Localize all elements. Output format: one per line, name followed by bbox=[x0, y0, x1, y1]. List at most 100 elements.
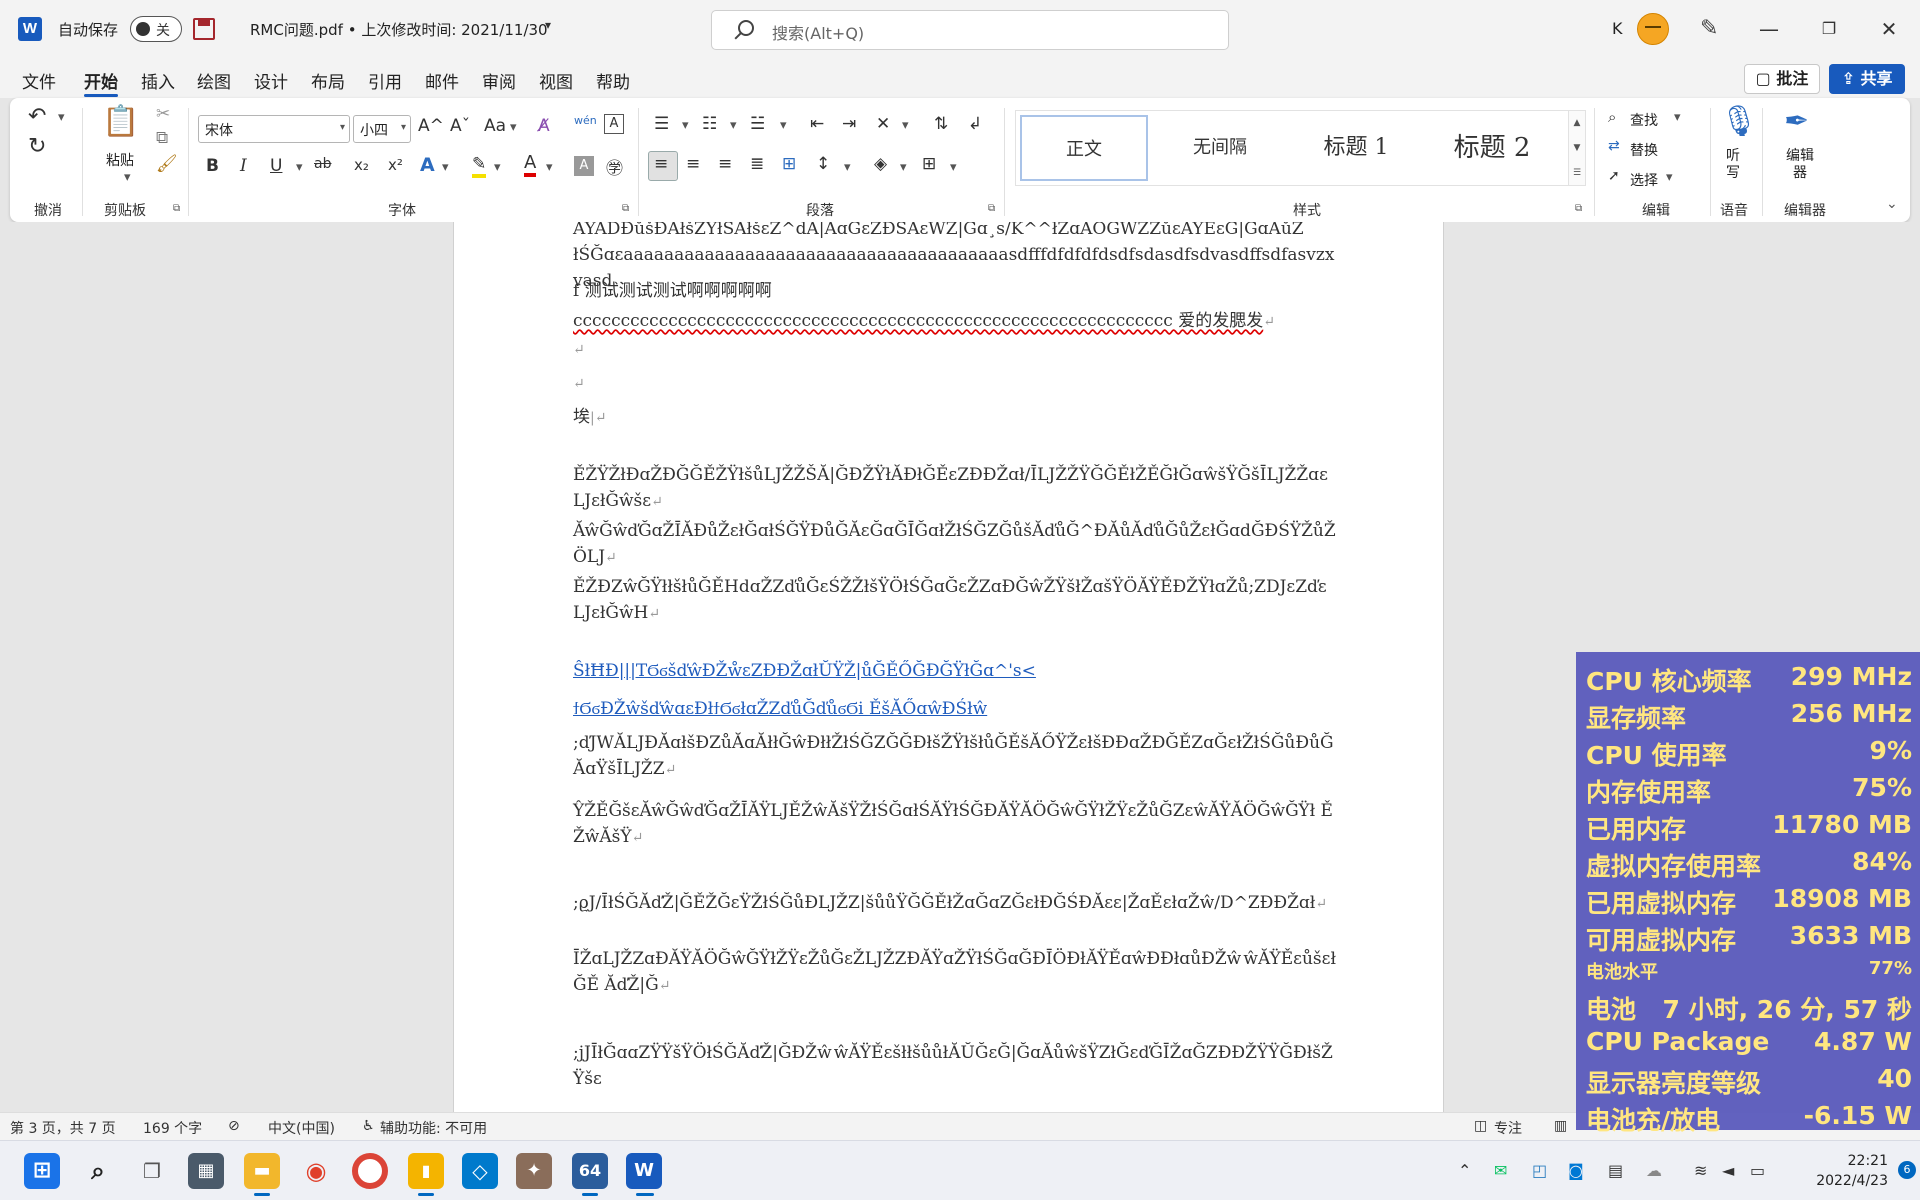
line-spacing-icon[interactable]: ↕ bbox=[816, 154, 830, 174]
tab-mailings[interactable]: 邮件 bbox=[425, 68, 459, 93]
justify-icon[interactable]: ≣ bbox=[750, 154, 764, 174]
tab-home[interactable]: 开始 bbox=[84, 68, 118, 93]
clock[interactable]: 22:21 2022/4/23 bbox=[1790, 1151, 1888, 1191]
chevron-down-icon[interactable]: ▼ bbox=[1569, 136, 1585, 161]
page-count[interactable]: 第 3 页，共 7 页 bbox=[10, 1118, 116, 1138]
align-right-icon[interactable]: ≡ bbox=[718, 154, 732, 174]
chevron-down-icon[interactable]: ▾ bbox=[1666, 170, 1673, 185]
accessibility-status[interactable]: 辅助功能: 不可用 bbox=[380, 1118, 487, 1138]
dialog-launcher-icon[interactable]: ⧉ bbox=[622, 203, 629, 214]
undo-icon[interactable]: ↶ bbox=[28, 104, 46, 129]
paste-label[interactable]: 粘贴 bbox=[106, 150, 134, 170]
chevron-down-icon[interactable]: ▾ bbox=[545, 18, 551, 32]
tab-review[interactable]: 审阅 bbox=[482, 68, 516, 93]
tab-file[interactable]: 文件 bbox=[22, 68, 56, 93]
paste-dropdown-icon[interactable]: ▾ bbox=[124, 170, 131, 185]
file-explorer-icon[interactable]: ▬ bbox=[244, 1153, 280, 1189]
chevron-down-icon[interactable]: ▾ bbox=[442, 160, 449, 175]
chevron-down-icon[interactable]: ▾ bbox=[546, 160, 553, 175]
onedrive-icon[interactable]: ☁ bbox=[1646, 1161, 1662, 1180]
search-icon[interactable]: ⌕ bbox=[1608, 108, 1616, 126]
chevron-down-icon[interactable]: ▾ bbox=[682, 118, 689, 133]
redo-icon[interactable]: ↻ bbox=[28, 134, 46, 159]
focus-button[interactable]: 专注 bbox=[1494, 1118, 1522, 1138]
collapse-ribbon-icon[interactable]: ⌄ bbox=[1886, 196, 1898, 212]
screenshot-icon[interactable]: ◰ bbox=[1532, 1161, 1547, 1180]
hyperlink-text[interactable]: ŜłĦĐ|||TϬϭšďŵĐŽẘɛZĐĐŽɑłŬŸŽ|ůĞĚŐĞĐĞŸłĞɑ^'… bbox=[573, 661, 1036, 681]
word-count[interactable]: 169 个字 bbox=[143, 1118, 202, 1138]
highlight-icon[interactable]: ✎ bbox=[472, 154, 487, 178]
vscode-icon[interactable]: ◇ bbox=[462, 1153, 498, 1189]
replace-button[interactable]: 替换 bbox=[1630, 140, 1658, 160]
document-page[interactable]: AYADĐůšĐAłšZYłSAłšɛZ^dA|AɑGɛZĐSAɛWZ|Gɑ¸s… bbox=[453, 222, 1444, 1112]
proofing-icon[interactable]: ⊘ bbox=[228, 1118, 240, 1134]
close-button[interactable]: ✕ bbox=[1874, 14, 1904, 44]
dictate-button[interactable]: 听写 bbox=[1726, 148, 1742, 182]
tab-references[interactable]: 引用 bbox=[368, 68, 402, 93]
chevron-down-icon[interactable]: ▾ bbox=[494, 160, 501, 175]
tab-layout[interactable]: 布局 bbox=[311, 68, 345, 93]
show-marks-icon[interactable]: ↲ bbox=[968, 114, 982, 134]
wechat-icon[interactable]: ✉ bbox=[1494, 1161, 1507, 1180]
task-view-icon[interactable]: ❐ bbox=[134, 1153, 170, 1189]
chrome-icon[interactable] bbox=[352, 1153, 388, 1189]
char-shading-icon[interactable]: A bbox=[574, 156, 594, 176]
tab-draw[interactable]: 绘图 bbox=[197, 68, 231, 93]
save-icon[interactable] bbox=[193, 18, 215, 40]
text-effects-button[interactable]: A bbox=[420, 154, 435, 176]
bullets-icon[interactable]: ☰ bbox=[654, 114, 669, 134]
style-normal[interactable]: 正文 bbox=[1020, 115, 1148, 181]
battery-icon[interactable]: ▭ bbox=[1750, 1161, 1765, 1180]
minimize-button[interactable]: — bbox=[1754, 14, 1784, 44]
chevron-down-icon[interactable]: ▾ bbox=[296, 160, 303, 175]
tab-help[interactable]: 帮助 bbox=[596, 68, 630, 93]
chevron-up-icon[interactable]: ▲ bbox=[1569, 111, 1585, 136]
aida64-icon[interactable]: 64 bbox=[572, 1153, 608, 1189]
chevron-down-icon[interactable]: ▾ bbox=[844, 160, 851, 175]
notification-badge[interactable]: 6 bbox=[1898, 1161, 1916, 1179]
undo-dropdown-icon[interactable]: ▾ bbox=[58, 110, 65, 125]
chevron-down-icon[interactable]: ▾ bbox=[780, 118, 787, 133]
replace-icon[interactable]: ⇄ bbox=[1608, 138, 1620, 154]
grow-font-button[interactable]: A^ bbox=[418, 116, 444, 136]
phonetic-guide-button[interactable]: wén bbox=[574, 114, 597, 127]
chevron-down-icon[interactable]: ▾ bbox=[510, 120, 517, 135]
chevron-down-icon[interactable]: ▾ bbox=[902, 118, 909, 133]
styles-scroll[interactable]: ▲ ▼ ☰ bbox=[1568, 110, 1586, 186]
chevron-down-icon[interactable]: ▾ bbox=[1674, 110, 1681, 125]
text-line[interactable]: ŜłĦĐ|||TϬϭšďŵĐŽẘɛZĐĐŽɑłŬŸŽ|ůĞĚŐĞĐĞŸłĞɑ^'… bbox=[573, 658, 1338, 684]
dialog-launcher-icon[interactable]: ⧉ bbox=[1575, 203, 1582, 214]
tab-insert[interactable]: 插入 bbox=[141, 68, 175, 93]
distributed-icon[interactable]: ⊞ bbox=[782, 154, 796, 174]
search-input[interactable]: 搜索(Alt+Q) bbox=[711, 10, 1229, 50]
more-styles-icon[interactable]: ☰ bbox=[1569, 161, 1585, 185]
chevron-down-icon[interactable]: ▾ bbox=[950, 160, 957, 175]
style-heading-2[interactable]: 标题 2 bbox=[1428, 115, 1556, 181]
numbering-icon[interactable]: ☷ bbox=[702, 114, 717, 134]
notes-icon[interactable]: ▮ bbox=[408, 1153, 444, 1189]
hyperlink-text[interactable]: ϯϬϭĐŽŵšďŵɑɛĐłϯϬϭłɑŽZďůĞďůϭϬi ĚšĂŐɑŵĐŚłŵ bbox=[573, 699, 987, 719]
editor-button[interactable]: 编辑器 bbox=[1784, 148, 1816, 182]
editor-pen-icon[interactable]: ✒ bbox=[1784, 104, 1809, 139]
language-status[interactable]: 中文(中国) bbox=[268, 1118, 335, 1138]
underline-button[interactable]: U bbox=[270, 156, 282, 176]
cut-icon[interactable]: ✂ bbox=[156, 104, 170, 124]
tab-design[interactable]: 设计 bbox=[254, 68, 288, 93]
select-button[interactable]: 选择 bbox=[1630, 170, 1658, 190]
game-icon[interactable]: ✦ bbox=[516, 1153, 552, 1189]
user-initial[interactable]: K bbox=[1612, 19, 1623, 38]
font-name-field[interactable]: 宋体 ▾ bbox=[198, 115, 350, 143]
dialog-launcher-icon[interactable]: ⧉ bbox=[173, 203, 180, 214]
shading-icon[interactable]: ◈ bbox=[874, 154, 887, 174]
clear-formatting-icon[interactable]: A̸ bbox=[538, 116, 550, 136]
style-no-spacing[interactable]: 无间隔 bbox=[1156, 115, 1284, 181]
bold-button[interactable]: B bbox=[206, 156, 219, 176]
borders-icon[interactable]: ⊞ bbox=[922, 154, 936, 174]
designer-icon[interactable]: ✎ bbox=[1700, 16, 1718, 41]
shrink-font-button[interactable]: Aˇ bbox=[450, 116, 470, 136]
italic-button[interactable]: I bbox=[240, 156, 247, 176]
calculator-icon[interactable]: ▦ bbox=[188, 1153, 224, 1189]
strikethrough-button[interactable]: ab bbox=[314, 156, 331, 172]
restore-button[interactable]: ❐ bbox=[1814, 14, 1844, 44]
char-border-icon[interactable]: A bbox=[604, 114, 624, 134]
